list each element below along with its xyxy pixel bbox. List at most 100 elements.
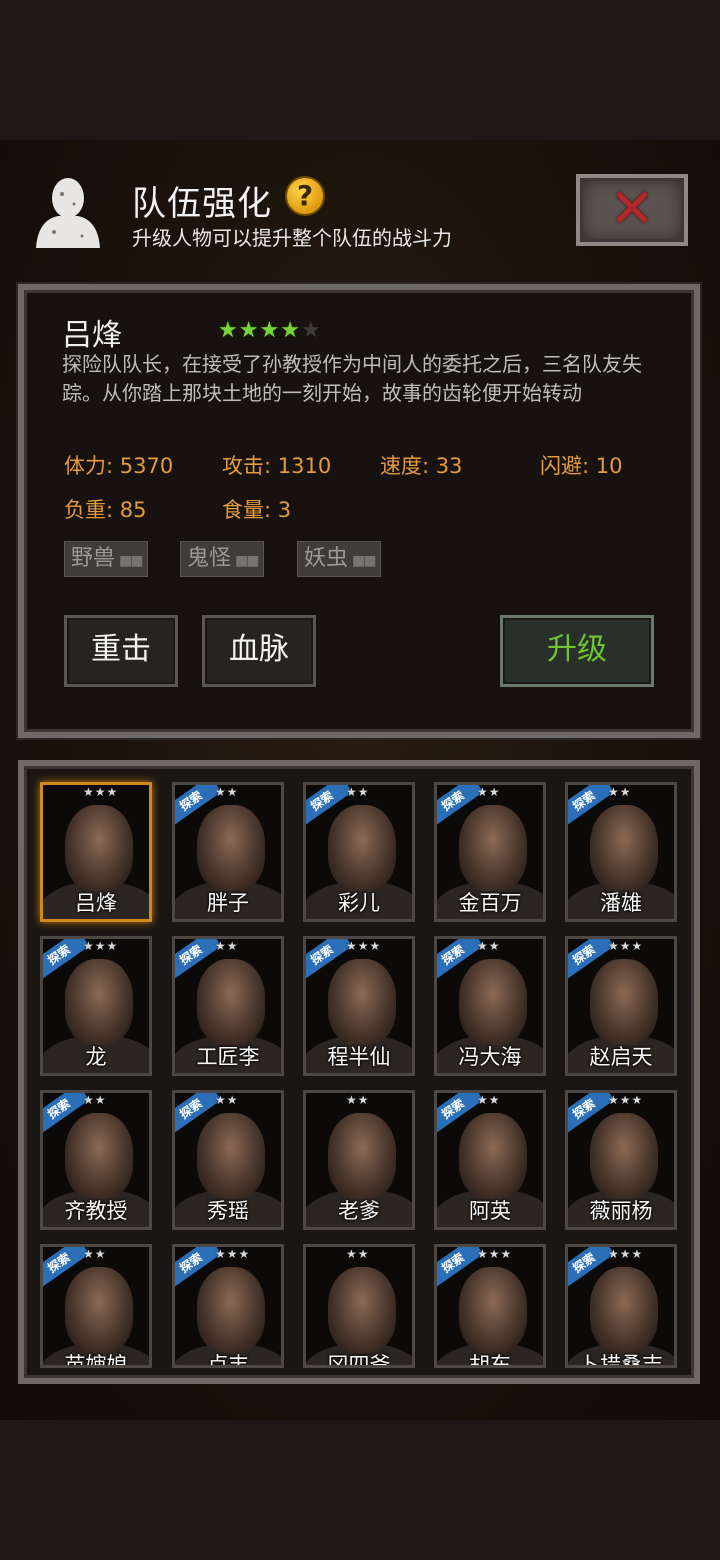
character-card-name: 彩儿 [338, 891, 380, 915]
portrait-face [197, 805, 265, 891]
character-card[interactable]: 探索 ★★ 金百万 [434, 782, 546, 922]
character-card[interactable]: ★★ 老爹 [303, 1090, 415, 1230]
star-filled-icon: ★ [280, 318, 301, 343]
character-card[interactable]: 探索 ★★ 彩儿 [303, 782, 415, 922]
character-card[interactable]: 探索 ★★ 潘雄 [565, 782, 677, 922]
character-card-name: 程半仙 [327, 1045, 391, 1069]
portrait-face [459, 959, 527, 1045]
character-card[interactable]: 探索 ★★ 胖子 [172, 782, 284, 922]
card-star-rating: ★★ [215, 939, 239, 953]
skill-button-bloodline[interactable]: 血脉 [202, 615, 316, 687]
character-card[interactable]: ★★ 冈四爷 [303, 1244, 415, 1368]
portrait-face [197, 1267, 265, 1353]
star-filled-icon: ★ [218, 318, 239, 343]
character-card-name: 龙 [85, 1045, 107, 1069]
portrait-face [328, 959, 396, 1045]
card-star-rating: ★★★ [608, 939, 644, 953]
character-name: 吕烽 [62, 318, 122, 353]
card-star-rating: ★★ [477, 939, 501, 953]
character-card[interactable]: 探索 ★★ 苗婶娘 [40, 1244, 152, 1368]
character-card[interactable]: 探索 ★★★ 程半仙 [303, 936, 415, 1076]
portrait-face [459, 1113, 527, 1199]
star-empty-icon: ★ [300, 318, 322, 343]
character-card-name: 卢丰 [207, 1353, 249, 1368]
portrait-face [328, 805, 396, 891]
portrait-face [328, 1267, 396, 1353]
character-card[interactable]: 探索 ★★★ 胡东 [434, 1244, 546, 1368]
card-star-rating: ★★ [215, 785, 239, 799]
bottom-letterbox [0, 1420, 720, 1560]
card-star-rating: ★★ [346, 1093, 370, 1107]
character-card-name: 齐教授 [64, 1199, 128, 1223]
top-letterbox [0, 0, 720, 140]
help-icon[interactable]: ? [285, 176, 325, 216]
character-card[interactable]: 探索 ★★ 工匠李 [172, 936, 284, 1076]
card-star-rating: ★★ [477, 1093, 501, 1107]
person-silhouette-icon [36, 178, 100, 248]
character-card-name: 薇丽杨 [589, 1199, 653, 1223]
card-star-rating: ★★ [83, 1247, 107, 1261]
portrait-face [590, 959, 658, 1045]
stat-food: 食量: 3 [222, 498, 292, 522]
character-card[interactable]: 探索 ★★ 秀瑶 [172, 1090, 284, 1230]
character-card-name: 阿英 [469, 1199, 511, 1223]
close-icon: ✕ [609, 177, 655, 240]
stat-speed: 速度: 33 [380, 454, 463, 478]
card-star-rating: ★★★ [346, 939, 382, 953]
character-card-name: 胡东 [469, 1353, 511, 1368]
stat-weight: 负重: 85 [64, 498, 147, 522]
upgrade-button[interactable]: 升级 [500, 615, 654, 687]
character-card-name: 赵启天 [589, 1045, 653, 1069]
star-filled-icon: ★ [259, 318, 281, 343]
portrait-face [590, 805, 658, 891]
card-star-rating: ★★★ [215, 1247, 251, 1261]
card-star-rating: ★★★ [608, 1093, 644, 1107]
close-button[interactable]: ✕ [576, 174, 688, 246]
character-card-name: 冈四爷 [327, 1353, 391, 1368]
card-star-rating: ★★ [83, 1093, 107, 1107]
trait-tag-label: 野兽 [71, 546, 116, 571]
character-card-name: 潘雄 [600, 891, 642, 915]
portrait-face [459, 1267, 527, 1353]
star-filled-icon: ★ [238, 318, 260, 343]
trait-tag: 鬼怪 ■■ [180, 541, 265, 577]
portrait-face [197, 1113, 265, 1199]
trait-tag-label: 鬼怪 [187, 546, 232, 571]
character-card[interactable]: 探索 ★★★ 龙 [40, 936, 152, 1076]
portrait-face [197, 959, 265, 1045]
character-star-rating: ★★★★★ [218, 318, 322, 343]
portrait-face [65, 805, 133, 891]
portrait-face [590, 1113, 658, 1199]
character-card-name: 秀瑶 [207, 1199, 249, 1223]
card-star-rating: ★★★ [608, 1247, 644, 1261]
character-card[interactable]: 探索 ★★ 冯大海 [434, 936, 546, 1076]
portrait-face [65, 959, 133, 1045]
character-card[interactable]: 探索 ★★★ 薇丽杨 [565, 1090, 677, 1230]
character-card[interactable]: 探索 ★★★ 赵启天 [565, 936, 677, 1076]
page-title: 队伍强化 [132, 184, 272, 224]
portrait-face [459, 805, 527, 891]
card-star-rating: ★★ [346, 785, 370, 799]
character-card[interactable]: 探索 ★★★ 卢丰 [172, 1244, 284, 1368]
character-card-name: 苗婶娘 [64, 1353, 128, 1368]
character-card-name: 吕烽 [75, 891, 117, 915]
portrait-face [590, 1267, 658, 1353]
character-card-name: 胖子 [207, 891, 249, 915]
character-card[interactable]: 探索 ★★ 阿英 [434, 1090, 546, 1230]
character-card[interactable]: 探索 ★★ 齐教授 [40, 1090, 152, 1230]
card-star-rating: ★★ [215, 1093, 239, 1107]
character-card-name: 冯大海 [458, 1045, 522, 1069]
character-card-name: 工匠李 [196, 1045, 260, 1069]
stat-attack: 攻击: 1310 [222, 454, 332, 478]
card-star-rating: ★★ [477, 785, 501, 799]
stat-dodge: 闪避: 10 [540, 454, 623, 478]
trait-tag-label: 妖虫 [304, 546, 349, 571]
portrait-face [65, 1267, 133, 1353]
skill-button-heavy-strike[interactable]: 重击 [64, 615, 178, 687]
character-card-name: 老爹 [338, 1199, 380, 1223]
card-star-rating: ★★ [346, 1247, 370, 1261]
trait-tag: 野兽 ■■ [64, 541, 149, 577]
stat-hp: 体力: 5370 [64, 454, 174, 478]
character-card[interactable]: 探索 ★★★ 卜措桑吉 [565, 1244, 677, 1368]
character-card[interactable]: ★★★ 吕烽 [40, 782, 152, 922]
